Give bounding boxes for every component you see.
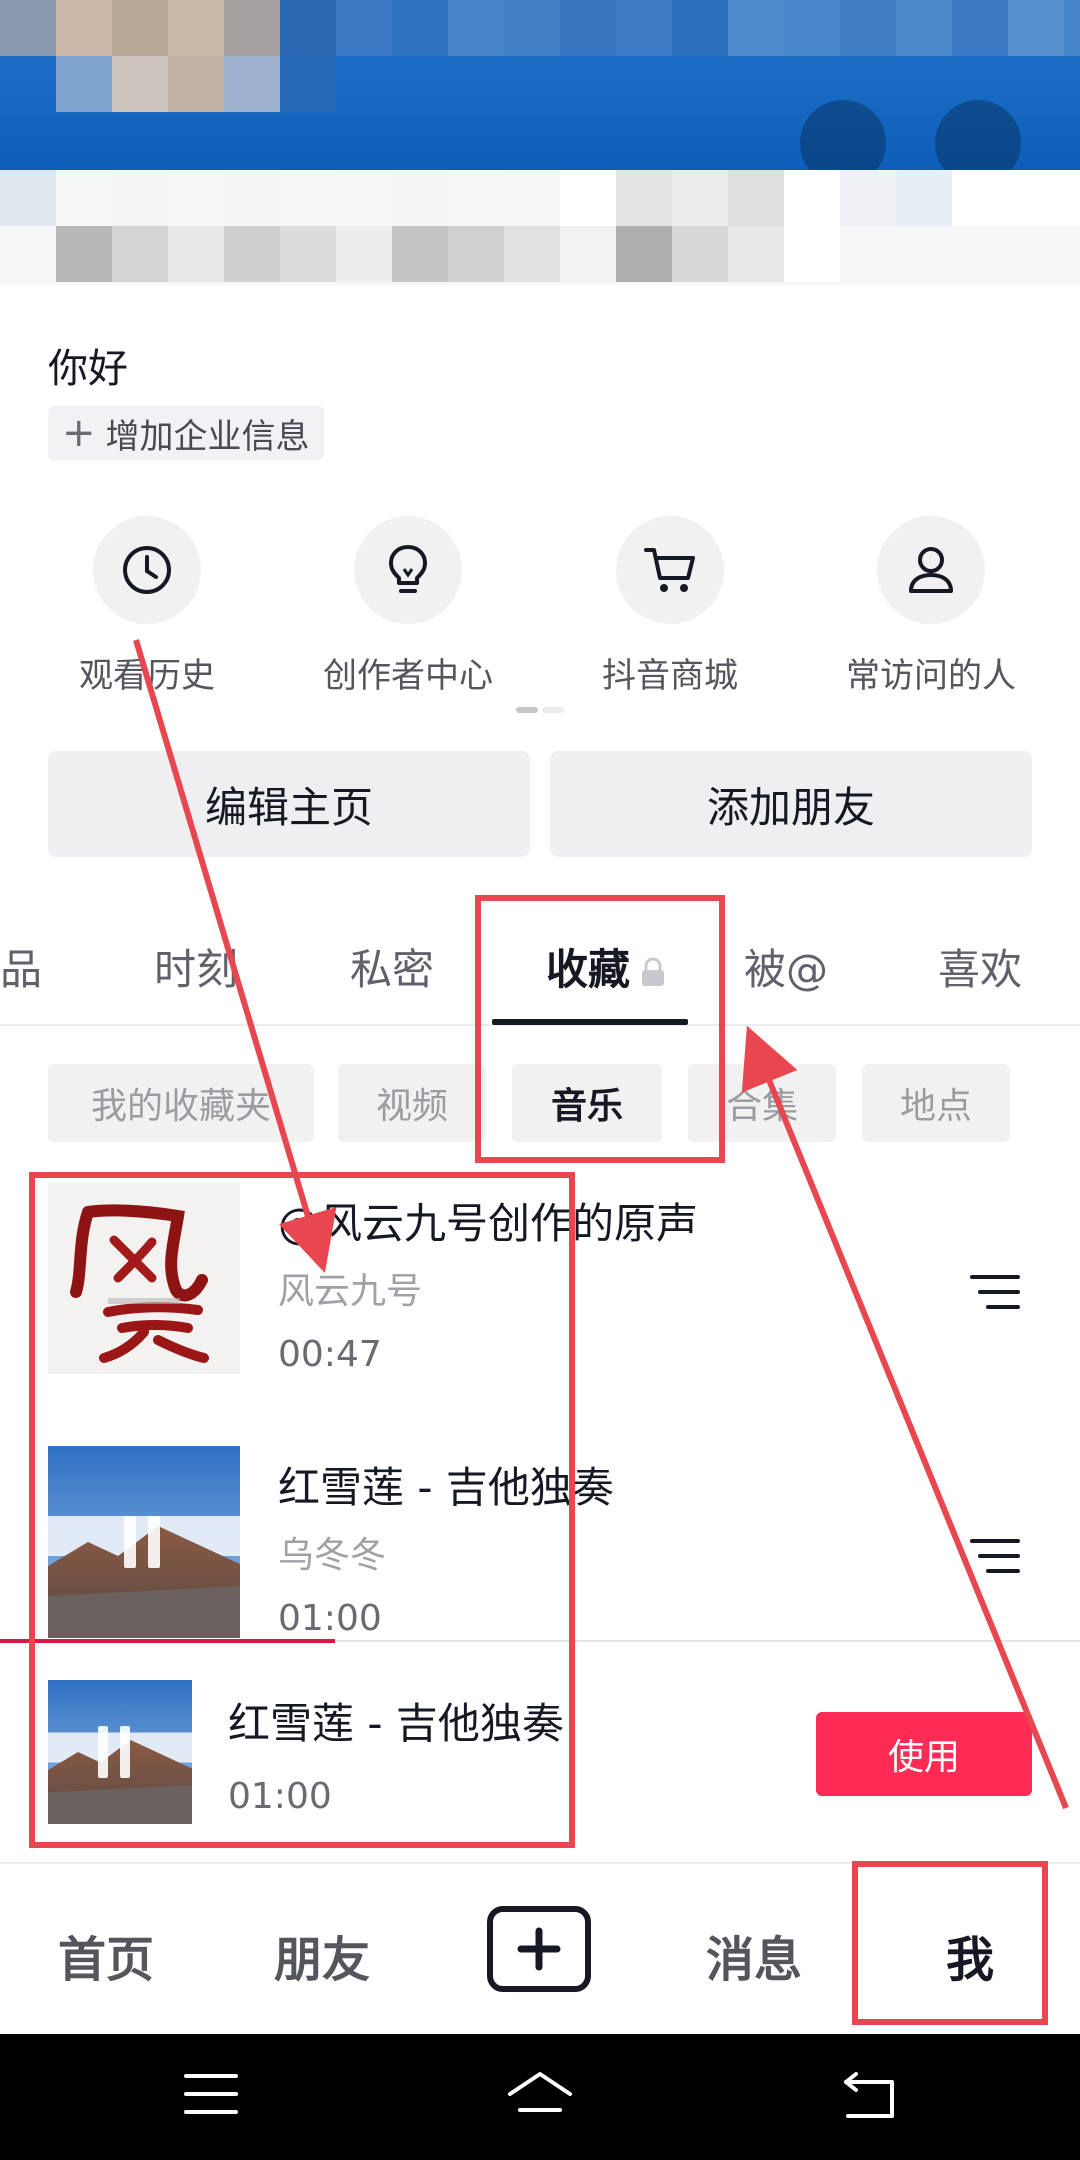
system-navigation-bar: [0, 2034, 1080, 2160]
plus-icon: +: [62, 410, 96, 456]
pause-icon[interactable]: [98, 1726, 130, 1778]
recents-icon[interactable]: [184, 2070, 238, 2122]
tab-likes[interactable]: 喜欢: [938, 936, 1022, 997]
track-artist[interactable]: 风云九号: [278, 1262, 422, 1314]
track-duration: 01:00: [278, 1598, 382, 1639]
quick-access-row: 观看历史 创作者中心 抖音商城 常访问的人: [0, 516, 1080, 696]
track-title: 红雪莲 - 吉他独奏: [278, 1463, 614, 1512]
add-company-info-label: 增加企业信息: [105, 416, 310, 457]
person-icon: [877, 516, 985, 624]
pause-icon[interactable]: [124, 1516, 160, 1568]
active-tab-indicator: [492, 1019, 688, 1025]
quick-item-label: 抖音商城: [602, 656, 738, 696]
filter-videos[interactable]: 视频: [338, 1064, 486, 1142]
track-title: @风云九号创作的原声: [278, 1199, 699, 1248]
nav-messages[interactable]: 消息: [706, 1920, 802, 1990]
back-icon[interactable]: [842, 2070, 896, 2126]
quick-item-creator-center[interactable]: 创作者中心: [283, 516, 533, 697]
mountain-cover: [48, 1680, 192, 1824]
quick-item-label: 创作者中心: [323, 656, 493, 696]
profile-details-blurred: [0, 170, 1080, 285]
use-sound-button[interactable]: 使用: [816, 1712, 1032, 1796]
tab-moments[interactable]: 时刻: [154, 936, 238, 997]
playback-progress[interactable]: [0, 1639, 335, 1643]
quick-item-frequent-visitors[interactable]: 常访问的人: [806, 516, 1056, 697]
menu-icon[interactable]: [935, 100, 1021, 170]
track-duration: 00:47: [278, 1334, 382, 1375]
tab-private[interactable]: 私密: [350, 936, 434, 997]
blurred-avatar-area-2: [56, 56, 336, 112]
edit-profile-button[interactable]: 编辑主页: [48, 751, 530, 857]
filter-my-folders[interactable]: 我的收藏夹: [48, 1064, 314, 1142]
nav-friends[interactable]: 朋友: [274, 1920, 370, 1990]
filter-collections[interactable]: 合集: [688, 1064, 836, 1142]
more-options-icon[interactable]: [970, 1538, 1020, 1578]
nav-me[interactable]: 我: [946, 1920, 994, 1990]
tab-favorites-label: 收藏: [546, 945, 631, 994]
now-playing-title: 红雪莲 - 吉他独奏: [228, 1699, 564, 1748]
filter-places[interactable]: 地点: [862, 1064, 1010, 1142]
tab-favorites[interactable]: 收藏: [546, 936, 666, 997]
quick-item-watch-history[interactable]: 观看历史: [22, 516, 272, 697]
add-friends-button[interactable]: 添加朋友: [550, 751, 1032, 857]
track-artist[interactable]: 乌冬冬: [278, 1526, 386, 1578]
lightbulb-icon: [354, 516, 462, 624]
mountain-cover: [48, 1446, 240, 1638]
more-options-icon[interactable]: [970, 1274, 1020, 1314]
profile-signature: 你好: [48, 346, 128, 392]
add-company-info-button[interactable]: + 增加企业信息: [48, 406, 324, 460]
list-item[interactable]: @风云九号创作的原声 风云九号 00:47: [0, 1182, 1080, 1432]
calligraphy-cover: [48, 1182, 240, 1374]
quick-item-douyin-mall[interactable]: 抖音商城: [545, 516, 795, 697]
blurred-avatar-area: [0, 0, 1080, 56]
quick-item-label: 观看历史: [79, 656, 215, 696]
page-indicator: [516, 707, 564, 713]
tab-works[interactable]: 品: [0, 936, 42, 997]
plus-icon: [517, 1927, 561, 1971]
nav-home[interactable]: 首页: [58, 1920, 154, 1990]
tab-mentions[interactable]: 被@: [744, 936, 828, 997]
home-icon[interactable]: [506, 2070, 574, 2126]
clock-icon: [93, 516, 201, 624]
now-playing-bar[interactable]: 红雪莲 - 吉他独奏 01:00 使用: [0, 1639, 1080, 1860]
create-button[interactable]: [487, 1906, 591, 1992]
filter-music[interactable]: 音乐: [512, 1064, 662, 1142]
lock-icon: [640, 948, 666, 997]
cart-icon: [616, 516, 724, 624]
quick-item-label: 常访问的人: [846, 656, 1016, 696]
search-icon[interactable]: [800, 100, 886, 170]
profile-banner: [0, 0, 1080, 170]
content-tabs: 品 时刻 私密 收藏 被@ 喜欢: [0, 900, 1080, 1026]
bottom-navigation: 首页 朋友 消息 我: [0, 1862, 1080, 2032]
now-playing-duration: 01:00: [228, 1776, 332, 1817]
